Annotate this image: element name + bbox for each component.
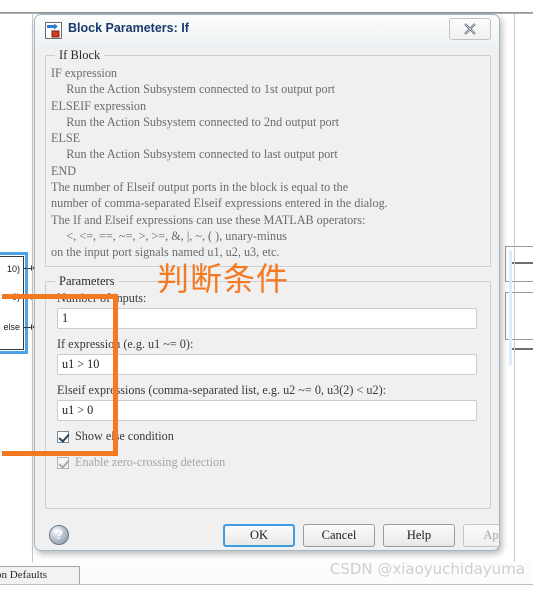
enable-zero-crossing-label: Enable zero-crossing detection (75, 455, 226, 469)
number-of-inputs-input[interactable] (57, 308, 477, 329)
number-of-inputs-label: Number of inputs: (57, 291, 147, 305)
checkbox-checked-icon (57, 430, 69, 443)
dialog-titlebar[interactable]: Block Parameters: If (35, 15, 499, 47)
if-block-port-label-3: else (3, 322, 20, 332)
help-info-glyph: ? (55, 527, 63, 542)
block-parameters-dialog: Block Parameters: If If Block IF express… (34, 14, 500, 551)
canvas-divider-left (32, 14, 33, 562)
canvas-right-selection-wire (509, 250, 512, 365)
apply-button: Apply (463, 524, 499, 547)
elseif-expressions-input[interactable] (57, 400, 477, 421)
dialog-button-row: ? OK Cancel Help Apply (35, 521, 499, 550)
canvas-divider-right (514, 14, 515, 562)
elseif-expressions-label: Elseif expressions (comma-separated list… (57, 383, 387, 397)
close-button[interactable] (449, 18, 491, 40)
simulink-block-icon (45, 22, 62, 39)
if-block-description-legend: If Block (55, 48, 105, 63)
parameters-legend: Parameters (55, 274, 119, 289)
checkbox-checked-disabled-icon (57, 456, 69, 469)
close-icon (450, 19, 490, 39)
if-block-description-text: IF expression Run the Action Subsystem c… (51, 66, 388, 260)
if-block-port-label-2: > 0) (4, 292, 20, 302)
if-expression-label: If expression (e.g. u1 ~= 0): (57, 337, 194, 351)
canvas-status-divider (0, 584, 533, 585)
if-block-port-label-1: 10) (6, 264, 20, 274)
canvas-status-button[interactable]: ion Defaults (0, 566, 80, 585)
dialog-title: Block Parameters: If (68, 21, 189, 35)
enable-zero-crossing-checkbox: Enable zero-crossing detection (57, 455, 225, 470)
help-info-icon[interactable]: ? (49, 525, 69, 545)
if-expression-input[interactable] (57, 354, 477, 375)
help-button[interactable]: Help (383, 524, 455, 547)
show-else-condition-label: Show else condition (75, 429, 174, 443)
ok-button[interactable]: OK (223, 524, 295, 547)
cancel-button[interactable]: Cancel (303, 524, 375, 547)
show-else-condition-checkbox[interactable]: Show else condition (57, 429, 174, 444)
